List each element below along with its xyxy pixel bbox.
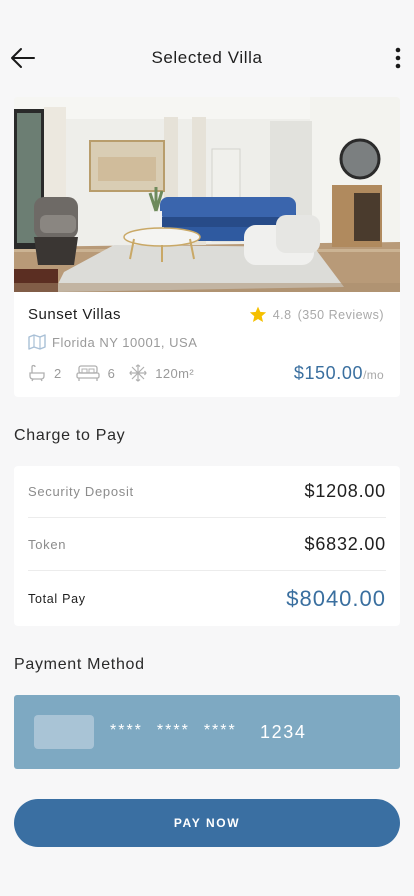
bed-icon xyxy=(75,365,100,381)
masked-group: **** xyxy=(156,722,190,739)
star-icon xyxy=(249,306,266,322)
card-chip-icon xyxy=(34,715,94,749)
charge-value: $1208.00 xyxy=(304,480,386,501)
card-last4: 1234 xyxy=(260,722,307,742)
villa-address: Florida NY 10001, USA xyxy=(28,334,197,350)
price-amount: $150.00 xyxy=(293,363,364,383)
area-icon xyxy=(129,364,148,382)
masked-group: **** xyxy=(203,722,237,739)
charge-value: $6832.00 xyxy=(304,533,386,554)
spec-baths: 2 xyxy=(28,364,62,382)
more-options-button[interactable] xyxy=(392,46,404,70)
pay-now-button[interactable]: PAY NOW xyxy=(14,799,400,847)
masked-group: **** xyxy=(110,722,143,739)
payment-title: Payment Method xyxy=(14,656,145,673)
charge-label: Security Deposit xyxy=(28,483,134,499)
total-label: Total Pay xyxy=(28,592,86,606)
villa-rating: 4.8 (350 Reviews) xyxy=(249,306,384,323)
charges-title: Charge to Pay xyxy=(14,427,126,444)
charge-row-deposit: Security Deposit $1208.00 xyxy=(28,480,386,502)
divider xyxy=(28,570,386,571)
more-vertical-icon xyxy=(395,47,401,69)
review-count: (350 Reviews) xyxy=(297,307,384,322)
page-title: Selected Villa xyxy=(151,48,263,67)
charge-row-token: Token $6832.00 xyxy=(28,533,386,555)
spec-beds: 6 xyxy=(75,364,116,382)
map-icon xyxy=(28,334,46,350)
bathtub-icon xyxy=(29,364,45,382)
villa-card[interactable]: Sunset Villas 4.8 (350 Reviews) Florida … xyxy=(14,97,400,397)
divider xyxy=(28,517,386,518)
card-masked-digits: **** **** **** xyxy=(110,722,237,740)
address-text: Florida NY 10001, USA xyxy=(52,334,198,350)
charge-label: Token xyxy=(28,536,67,552)
rating-value: 4.8 xyxy=(272,307,292,322)
villa-specs: 2 6 120m² xyxy=(28,364,208,382)
villa-price: $150.00 /mo xyxy=(294,363,384,384)
baths-count: 2 xyxy=(54,365,62,381)
villa-photo xyxy=(14,97,400,292)
villa-name: Sunset Villas xyxy=(28,306,121,323)
charges-card: Security Deposit $1208.00 Token $6832.00… xyxy=(14,466,400,626)
price-unit: /mo xyxy=(363,368,384,382)
charge-row-total: Total Pay $8040.00 xyxy=(28,586,386,612)
beds-count: 6 xyxy=(107,365,116,381)
payment-card[interactable]: **** **** **** 1234 xyxy=(14,695,400,769)
area-value: 120m² xyxy=(155,365,195,381)
total-value: $8040.00 xyxy=(286,586,386,611)
spec-area: 120m² xyxy=(129,364,194,382)
